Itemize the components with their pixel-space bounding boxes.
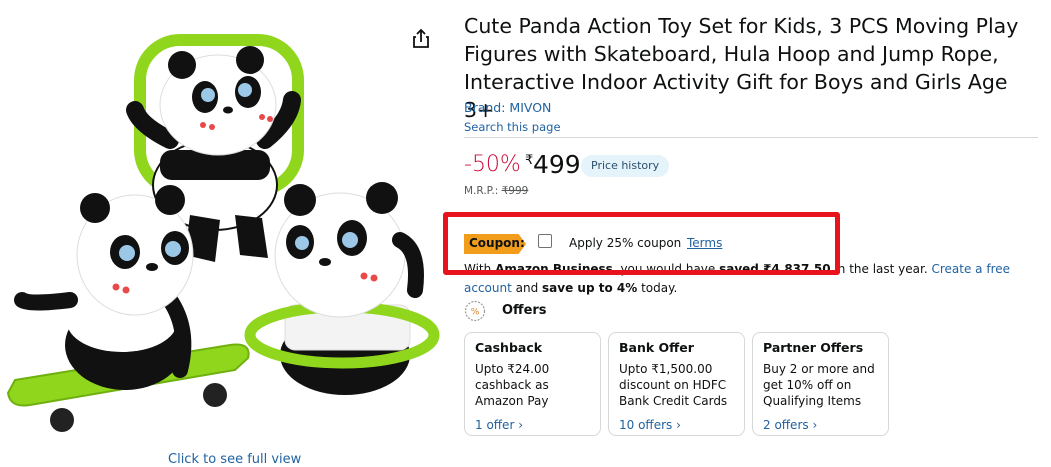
biz-save-up: save up to 4%	[542, 281, 638, 295]
offer-card-partner[interactable]: Partner Offers Buy 2 or more and get 10%…	[752, 332, 889, 436]
offer-card-link[interactable]: 1 offer ›	[475, 418, 590, 432]
highlight-box	[443, 212, 840, 275]
offer-card-heading: Partner Offers	[763, 340, 864, 355]
offer-card-description: Upto ₹1,500.00 discount on HDFC Bank Cre…	[619, 362, 728, 408]
product-image[interactable]	[0, 0, 450, 460]
offer-card-heading: Cashback	[475, 340, 543, 355]
mrp-label: M.R.P.:	[464, 185, 499, 197]
mrp: M.R.P.: ₹999	[464, 185, 528, 197]
discount-percent: -50%	[464, 152, 521, 177]
offer-card-bank[interactable]: Bank Offer Upto ₹1,500.00 discount on HD…	[608, 332, 745, 436]
offer-card-description: Upto ₹24.00 cashback as Amazon Pay Balan…	[475, 362, 550, 408]
offer-card-link[interactable]: 10 offers ›	[619, 418, 734, 432]
price-history-button[interactable]: Price history	[581, 155, 670, 177]
mrp-value: ₹999	[501, 185, 529, 197]
offer-card-heading: Bank Offer	[619, 340, 694, 355]
biz-today: today.	[637, 281, 678, 295]
brand-link[interactable]: Brand: MIVON	[464, 100, 551, 115]
offer-card-description: Buy 2 or more and get 10% off on Qualify…	[763, 362, 875, 408]
offer-card-cashback[interactable]: Cashback Upto ₹24.00 cashback as Amazon …	[464, 332, 601, 436]
panda-hula-hoop	[244, 182, 440, 395]
offers-heading: Offers	[502, 303, 547, 318]
offers-percent-icon: %	[464, 300, 486, 322]
biz-suffix: in the last year.	[830, 262, 932, 276]
search-this-page-link[interactable]: Search this page	[464, 120, 561, 134]
price: 499	[533, 150, 581, 179]
share-icon[interactable]	[408, 26, 434, 52]
offer-card-link[interactable]: 2 offers ›	[763, 418, 878, 432]
biz-and: and	[511, 281, 543, 295]
svg-text:%: %	[471, 308, 480, 318]
divider	[464, 137, 1038, 138]
